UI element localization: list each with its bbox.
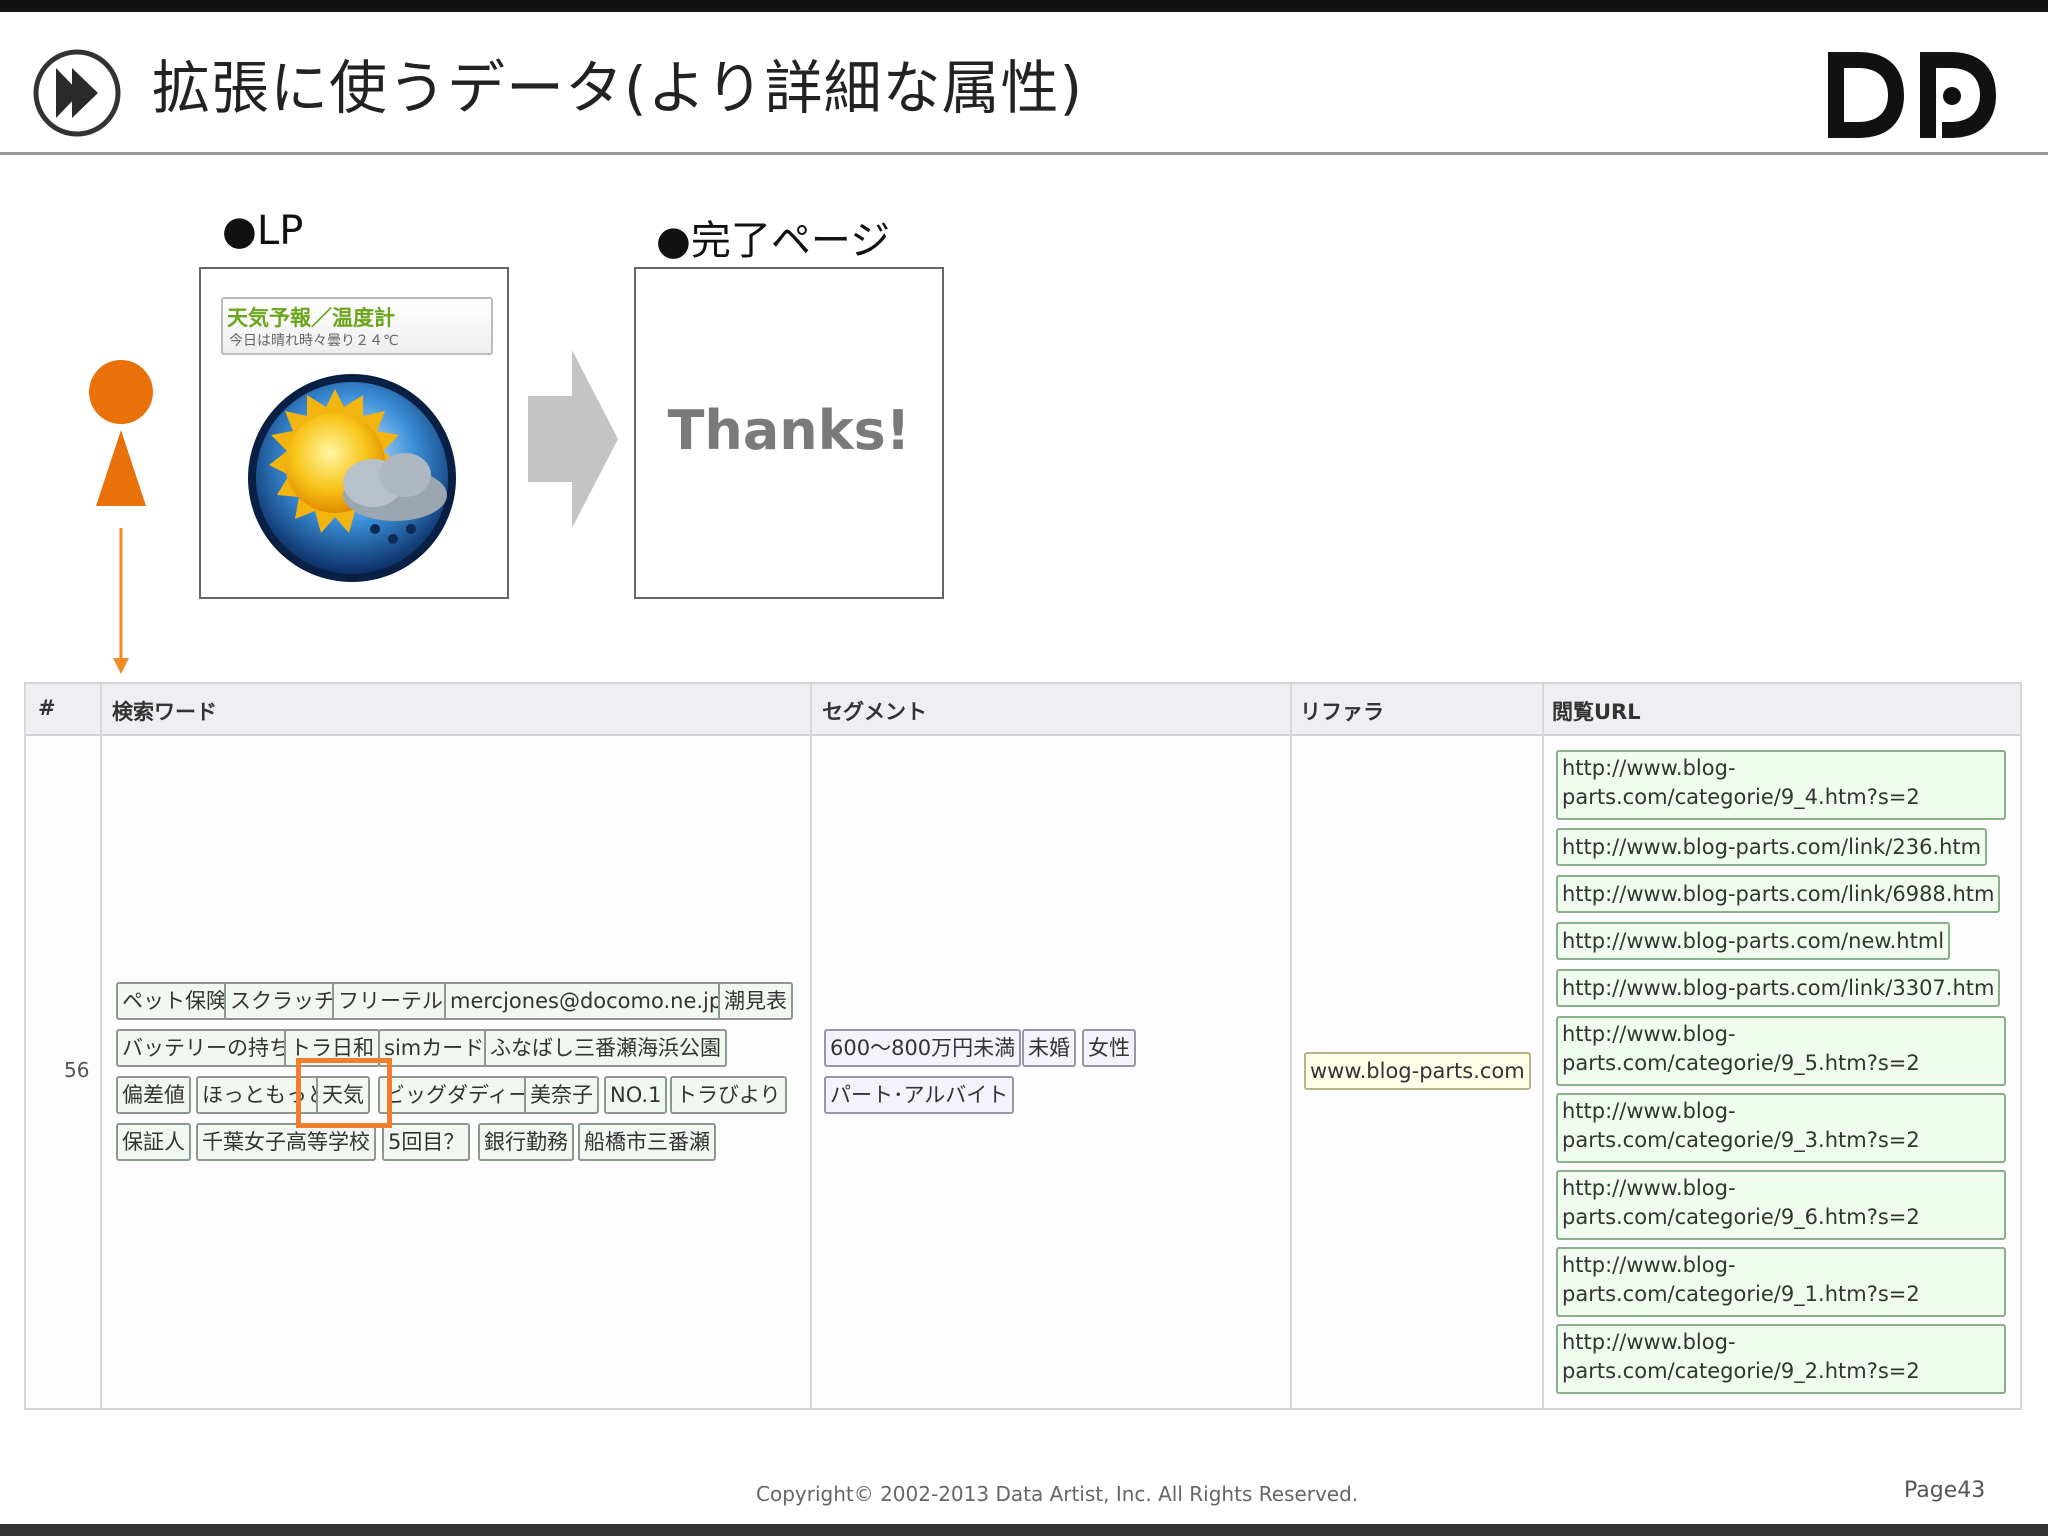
column-divider xyxy=(1542,684,1544,1408)
header-divider xyxy=(0,152,2048,155)
viewed-url-tag[interactable]: http://www.blog-parts.com/categorie/9_1.… xyxy=(1556,1247,2006,1317)
weather-banner-title: 天気予報／温度計 xyxy=(227,306,395,330)
keyword-tag[interactable]: simカード xyxy=(378,1029,491,1067)
keyword-tag[interactable]: フリーテル xyxy=(332,982,449,1020)
data-table: # 検索ワード セグメント リファラ 閲覧URL 56 ペット保険 スクラッチ … xyxy=(24,682,2022,1410)
keyword-tag[interactable]: 保証人 xyxy=(116,1123,191,1161)
table-header-row: # 検索ワード セグメント リファラ 閲覧URL xyxy=(26,684,2020,736)
completion-page-label: ●完了ページ xyxy=(656,218,891,264)
column-header-referrer: リファラ xyxy=(1300,700,1384,724)
keyword-tag[interactable]: バッテリーの持ち xyxy=(116,1029,296,1067)
column-divider xyxy=(100,684,102,1408)
weather-banner: 天気予報／温度計 今日は晴れ時々曇り２４℃ xyxy=(221,297,493,355)
keyword-tag[interactable]: 潮見表 xyxy=(718,982,793,1020)
column-header-number: # xyxy=(38,696,56,720)
column-header-search-words: 検索ワード xyxy=(112,700,217,724)
segment-tag[interactable]: 女性 xyxy=(1082,1029,1136,1067)
keyword-tag[interactable]: 船橋市三番瀬 xyxy=(578,1123,716,1161)
viewed-url-tag[interactable]: http://www.blog-parts.com/categorie/9_6.… xyxy=(1556,1170,2006,1240)
keyword-highlight-box xyxy=(296,1058,392,1128)
segment-tag[interactable]: 未婚 xyxy=(1022,1029,1076,1067)
company-logo xyxy=(1828,52,1996,138)
viewed-url-tag[interactable]: http://www.blog-parts.com/categorie/9_5.… xyxy=(1556,1016,2006,1086)
viewed-url-tag[interactable]: http://www.blog-parts.com/new.html xyxy=(1556,922,1951,960)
slide-header: 拡張に使うデータ(より詳細な属性) xyxy=(0,12,2048,154)
keyword-tag[interactable]: 銀行勤務 xyxy=(478,1123,574,1161)
down-arrow-icon xyxy=(113,528,129,674)
viewed-url-tag[interactable]: http://www.blog-parts.com/categorie/9_4.… xyxy=(1556,750,2006,820)
keyword-tag[interactable]: 美奈子 xyxy=(524,1076,599,1114)
copyright-footer: Copyright© 2002-2013 Data Artist, Inc. A… xyxy=(756,1482,1359,1506)
referrer-tag[interactable]: www.blog-parts.com xyxy=(1304,1052,1531,1090)
flow-arrow-icon xyxy=(528,350,618,528)
keyword-tag[interactable]: ふなばし三番瀬海浜公園 xyxy=(484,1029,727,1067)
viewed-url-tag[interactable]: http://www.blog-parts.com/link/6988.htm xyxy=(1556,875,2001,913)
segment-tag[interactable]: パート･アルバイト xyxy=(824,1076,1015,1114)
play-circle-icon xyxy=(33,49,121,137)
page-title: 拡張に使うデータ(より詳細な属性) xyxy=(152,54,1084,122)
column-header-viewed-url: 閲覧URL xyxy=(1552,700,1641,724)
completion-page-thumbnail: Thanks! xyxy=(634,267,944,599)
top-border xyxy=(0,0,2048,12)
lp-label: ●LP xyxy=(222,208,304,254)
thanks-message: Thanks! xyxy=(667,399,911,462)
keyword-tag[interactable]: スクラッチ xyxy=(224,982,341,1020)
segment-tag[interactable]: 600～800万円未満 xyxy=(824,1029,1022,1067)
landing-page-thumbnail: 天気予報／温度計 今日は晴れ時々曇り２４℃ xyxy=(199,267,509,599)
keyword-tag[interactable]: mercjones@docomo.ne.jp xyxy=(444,982,729,1020)
viewed-url-tag[interactable]: http://www.blog-parts.com/categorie/9_3.… xyxy=(1556,1093,2006,1163)
keyword-tag[interactable]: トラびより xyxy=(670,1076,787,1114)
viewed-url-tag[interactable]: http://www.blog-parts.com/link/236.htm xyxy=(1556,828,1988,866)
column-header-segment: セグメント xyxy=(822,700,927,724)
weather-sun-cloud-icon xyxy=(248,374,456,582)
column-divider xyxy=(1290,684,1292,1408)
keyword-tag[interactable]: NO.1 xyxy=(604,1076,668,1114)
row-number: 56 xyxy=(64,1058,90,1082)
keyword-tag[interactable]: ペット保険 xyxy=(116,982,233,1020)
weather-banner-subtitle: 今日は晴れ時々曇り２４℃ xyxy=(229,333,399,349)
keyword-tag[interactable]: ビッグダディー xyxy=(378,1076,536,1114)
keyword-tag[interactable]: 千葉女子高等学校 xyxy=(196,1123,376,1161)
page-number: Page43 xyxy=(1904,1478,1986,1503)
user-person-icon xyxy=(89,360,153,506)
bottom-border xyxy=(0,1524,2048,1536)
viewed-url-tag[interactable]: http://www.blog-parts.com/link/3307.htm xyxy=(1556,969,2001,1007)
column-divider xyxy=(810,684,812,1408)
viewed-url-tag[interactable]: http://www.blog-parts.com/categorie/9_2.… xyxy=(1556,1324,2006,1394)
keyword-tag[interactable]: 5回目？ xyxy=(382,1123,471,1161)
keyword-tag[interactable]: 偏差値 xyxy=(116,1076,191,1114)
